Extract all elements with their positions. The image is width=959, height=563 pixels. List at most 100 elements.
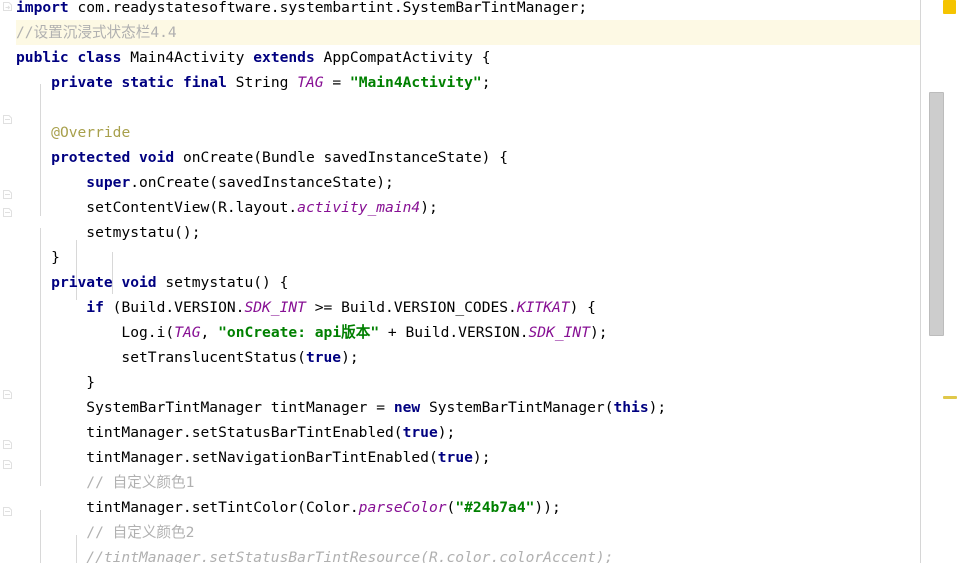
code-line-text: @Override xyxy=(0,120,130,145)
code-line[interactable]: setTranslucentStatus(true); xyxy=(0,345,921,370)
fold-marker-class-icon[interactable] xyxy=(3,115,12,124)
code-line-text: protected void onCreate(Bundle savedInst… xyxy=(0,145,508,170)
code-line-text: SystemBarTintManager tintManager = new S… xyxy=(0,395,666,420)
code-token: ); xyxy=(437,424,456,441)
fold-marker-import-icon[interactable] xyxy=(3,2,12,11)
code-token: TAG xyxy=(297,74,324,91)
code-token: "#24b7a4" xyxy=(455,499,535,516)
code-line[interactable]: protected void onCreate(Bundle savedInst… xyxy=(0,145,921,170)
code-line[interactable]: SystemBarTintManager tintManager = new S… xyxy=(0,395,921,420)
code-line[interactable]: } xyxy=(0,245,921,270)
code-line-text: // 自定义颜色2 xyxy=(0,520,194,545)
code-token: // 自定义颜色1 xyxy=(16,474,195,491)
code-token: setTranslucentStatus( xyxy=(16,349,306,366)
code-line-text: super.onCreate(savedInstanceState); xyxy=(0,170,394,195)
code-token: ); xyxy=(472,449,491,466)
code-token: activity_main4 xyxy=(297,199,421,216)
code-token: //tintManager.setStatusBarTintResource(R… xyxy=(16,549,614,563)
code-line[interactable]: private void setmystatu() { xyxy=(0,270,921,295)
code-token: TAG xyxy=(174,324,201,341)
code-line[interactable]: super.onCreate(savedInstanceState); xyxy=(0,170,921,195)
code-line[interactable]: tintManager.setNavigationBarTintEnabled(… xyxy=(0,445,921,470)
code-token: onCreate(Bundle savedInstanceState) { xyxy=(182,149,509,166)
code-line[interactable] xyxy=(0,95,921,120)
fold-marker-comment-1-icon[interactable] xyxy=(3,390,12,399)
code-line[interactable]: tintManager.setStatusBarTintEnabled(true… xyxy=(0,420,921,445)
code-line-text: tintManager.setStatusBarTintEnabled(true… xyxy=(0,420,455,445)
fold-marker-oncreate-icon[interactable] xyxy=(3,190,12,199)
fold-marker-region-1-icon[interactable] xyxy=(3,208,12,217)
code-token: public class xyxy=(16,49,131,66)
code-token: super xyxy=(86,174,131,191)
code-text-area[interactable]: import com.readystatesoftware.systembart… xyxy=(0,0,921,563)
code-token: "Main4Activity" xyxy=(349,74,482,91)
code-token: this xyxy=(613,399,649,416)
code-line[interactable]: if (Build.VERSION.SDK_INT >= Build.VERSI… xyxy=(0,295,921,320)
fold-marker-comment-3-icon[interactable] xyxy=(3,460,12,469)
code-token: (Build.VERSION. xyxy=(112,299,245,316)
code-line[interactable]: setmystatu(); xyxy=(0,220,921,245)
code-line-text: //设置沉浸式状态栏4.4 xyxy=(0,20,177,45)
code-token: new xyxy=(393,399,429,416)
fold-gutter[interactable] xyxy=(0,0,16,563)
code-token: ( xyxy=(165,324,175,341)
code-token: extends xyxy=(253,49,324,66)
code-line[interactable]: Log.i(TAG, "onCreate: api版本" + Build.VER… xyxy=(0,320,921,345)
code-token: setContentView(R.layout. xyxy=(16,199,298,216)
code-token: true xyxy=(437,449,473,466)
code-token: SystemBarTintManager tintManager = xyxy=(16,399,394,416)
code-token: ; xyxy=(481,74,491,91)
code-line[interactable]: // 自定义颜色2 xyxy=(0,520,921,545)
warning-stripe-marker[interactable] xyxy=(943,396,957,399)
code-token: >= Build.VERSION_CODES. xyxy=(305,299,517,316)
code-line[interactable]: //tintManager.setStatusBarTintResource(R… xyxy=(0,545,921,563)
code-line[interactable]: public class Main4Activity extends AppCo… xyxy=(0,45,921,70)
code-line[interactable]: import com.readystatesoftware.systembart… xyxy=(0,0,921,20)
code-token: ); xyxy=(420,199,438,216)
code-token: Log. xyxy=(16,324,157,341)
code-token: , xyxy=(200,324,219,341)
code-line-text: setTranslucentStatus(true); xyxy=(0,345,359,370)
code-line[interactable]: } xyxy=(0,370,921,395)
code-token: true xyxy=(305,349,342,366)
code-line[interactable]: @Override xyxy=(0,120,921,145)
code-line[interactable]: // 自定义颜色1 xyxy=(0,470,921,495)
code-token: setmystatu() { xyxy=(165,274,289,291)
code-token: tintManager.setNavigationBarTintEnabled( xyxy=(16,449,438,466)
code-token: ); xyxy=(341,349,359,366)
code-token: tintManager.setStatusBarTintEnabled( xyxy=(16,424,403,441)
code-token: com.readystatesoftware.systembartint.Sys… xyxy=(77,0,588,16)
vertical-scrollbar-thumb[interactable] xyxy=(929,92,944,336)
code-line-text: tintManager.setNavigationBarTintEnabled(… xyxy=(0,445,490,470)
error-stripe-marker[interactable] xyxy=(943,0,956,14)
code-token: // 自定义颜色2 xyxy=(16,524,195,541)
code-editor[interactable]: import com.readystatesoftware.systembart… xyxy=(0,0,959,563)
code-line-text: setContentView(R.layout.activity_main4); xyxy=(0,195,438,220)
code-line[interactable]: //设置沉浸式状态栏4.4 xyxy=(0,20,921,45)
code-token: + Build.VERSION. xyxy=(379,324,529,341)
code-token: SystemBarTintManager( xyxy=(428,399,614,416)
code-token: Main4Activity xyxy=(130,49,254,66)
fold-marker-method-icon[interactable] xyxy=(3,507,12,516)
code-token: ) { xyxy=(569,299,596,316)
code-token: ); xyxy=(648,399,667,416)
code-line-text: Log.i(TAG, "onCreate: api版本" + Build.VER… xyxy=(0,320,608,345)
code-line-text: if (Build.VERSION.SDK_INT >= Build.VERSI… xyxy=(0,295,596,320)
code-token: } xyxy=(16,374,96,391)
code-token: private void xyxy=(51,274,166,291)
code-line[interactable]: private static final String TAG = "Main4… xyxy=(0,70,921,95)
code-token: AppCompatActivity { xyxy=(323,49,491,66)
code-line[interactable]: setContentView(R.layout.activity_main4); xyxy=(0,195,921,220)
code-token: ); xyxy=(590,324,608,341)
code-token: SDK_INT xyxy=(528,324,590,341)
fold-marker-comment-2-icon[interactable] xyxy=(3,440,12,449)
code-line[interactable]: tintManager.setTintColor(Color.parseColo… xyxy=(0,495,921,520)
error-stripe-track[interactable] xyxy=(920,0,959,563)
code-line-text: private static final String TAG = "Main4… xyxy=(0,70,491,95)
